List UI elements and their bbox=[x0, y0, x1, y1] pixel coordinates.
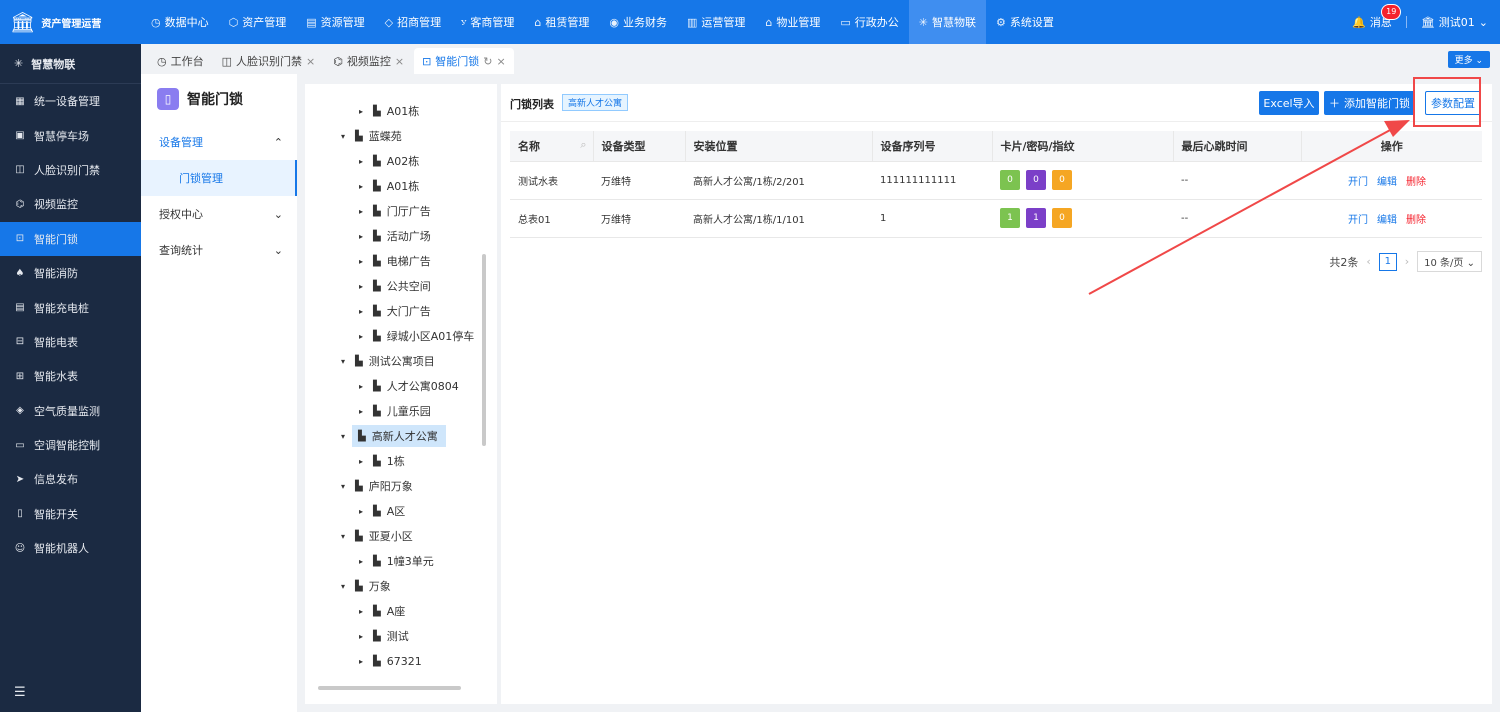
annotation-arrow bbox=[1088, 120, 1410, 295]
